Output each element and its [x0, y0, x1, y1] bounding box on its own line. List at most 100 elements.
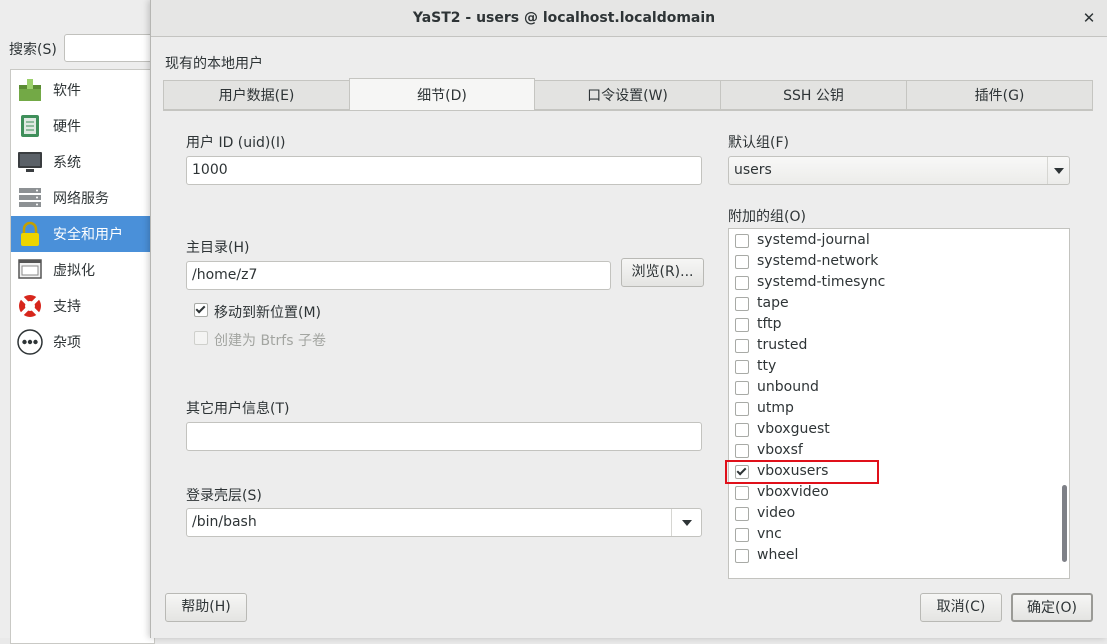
group-name: unbound: [757, 379, 819, 395]
category-item-virtualization[interactable]: 虚拟化: [11, 252, 154, 288]
group-checkbox[interactable]: [735, 318, 749, 332]
tab-ssh-keys[interactable]: SSH 公钥: [720, 80, 907, 110]
group-checkbox[interactable]: [735, 507, 749, 521]
other-user-info-label: 其它用户信息(T): [186, 401, 290, 417]
category-item-security-and-users[interactable]: 安全和用户: [11, 216, 154, 252]
group-row[interactable]: vboxusers: [729, 462, 1055, 483]
chevron-down-icon[interactable]: [671, 509, 701, 536]
category-label: 硬件: [53, 119, 81, 135]
group-checkbox[interactable]: [735, 255, 749, 269]
category-label: 虚拟化: [53, 263, 95, 279]
group-row[interactable]: tape: [729, 294, 1055, 315]
category-label: 软件: [53, 83, 81, 99]
software-icon: [16, 76, 44, 104]
dialog-titlebar[interactable]: YaST2 - users @ localhost.localdomain ✕: [151, 0, 1107, 37]
group-row[interactable]: systemd-journal: [729, 231, 1055, 252]
network-services-icon: [16, 184, 44, 212]
category-item-software[interactable]: 软件: [11, 72, 154, 108]
lock-icon: [16, 220, 44, 248]
group-checkbox[interactable]: [735, 423, 749, 437]
tab-password-settings[interactable]: 口令设置(W): [534, 80, 721, 110]
category-item-network-services[interactable]: 网络服务: [11, 180, 154, 216]
group-row[interactable]: trusted: [729, 336, 1055, 357]
move-to-new-location-label: 移动到新位置(M): [214, 305, 322, 321]
group-name: tty: [757, 358, 777, 374]
system-icon: [16, 148, 44, 176]
group-row[interactable]: vboxsf: [729, 441, 1055, 462]
group-row[interactable]: vboxguest: [729, 420, 1055, 441]
group-row[interactable]: vnc: [729, 525, 1055, 546]
category-label: 支持: [53, 299, 81, 315]
group-row[interactable]: systemd-timesync: [729, 273, 1055, 294]
tab-plugins[interactable]: 插件(G): [906, 80, 1093, 110]
create-btrfs-subvolume-label: 创建为 Btrfs 子卷: [214, 333, 326, 349]
scrollbar-thumb[interactable]: [1062, 485, 1067, 562]
search-input[interactable]: [64, 34, 154, 62]
group-row[interactable]: systemd-network: [729, 252, 1055, 273]
group-checkbox[interactable]: [735, 549, 749, 563]
cancel-button[interactable]: 取消(C): [920, 593, 1002, 622]
group-name: tape: [757, 295, 789, 311]
search-label: 搜索(S): [9, 42, 57, 58]
group-name: systemd-network: [757, 253, 879, 269]
group-name: vnc: [757, 526, 782, 542]
group-checkbox[interactable]: [735, 360, 749, 374]
category-item-hardware[interactable]: 硬件: [11, 108, 154, 144]
additional-groups-label: 附加的组(O): [728, 209, 806, 225]
category-label: 网络服务: [53, 191, 109, 207]
browse-button[interactable]: 浏览(R)...: [621, 258, 704, 287]
hardware-icon: [16, 112, 44, 140]
group-checkbox[interactable]: [735, 444, 749, 458]
category-label: 安全和用户: [53, 227, 123, 243]
group-row[interactable]: wheel: [729, 546, 1055, 567]
move-to-new-location-checkbox[interactable]: [194, 303, 208, 317]
additional-groups-list[interactable]: systemd-journal systemd-network systemd-…: [728, 228, 1070, 579]
default-group-combobox[interactable]: users: [728, 156, 1070, 185]
group-row[interactable]: video: [729, 504, 1055, 525]
group-row[interactable]: utmp: [729, 399, 1055, 420]
group-name: vboxsf: [757, 442, 803, 458]
chevron-down-icon[interactable]: [1047, 157, 1069, 184]
group-row[interactable]: unbound: [729, 378, 1055, 399]
tab-user-data[interactable]: 用户数据(E): [163, 80, 350, 110]
create-btrfs-subvolume-checkbox: [194, 331, 208, 345]
group-name: systemd-timesync: [757, 274, 886, 290]
login-shell-label: 登录壳层(S): [186, 488, 262, 504]
help-button[interactable]: 帮助(H): [165, 593, 247, 622]
group-name: vboxvideo: [757, 484, 829, 500]
virtualization-icon: [16, 256, 44, 284]
ok-button[interactable]: 确定(O): [1011, 593, 1093, 622]
group-checkbox[interactable]: [735, 381, 749, 395]
group-checkbox[interactable]: [735, 234, 749, 248]
group-checkbox[interactable]: [735, 297, 749, 311]
login-shell-combobox[interactable]: /bin/bash: [186, 508, 702, 537]
group-checkbox[interactable]: [735, 276, 749, 290]
other-user-info-input[interactable]: [186, 422, 702, 451]
category-item-system[interactable]: 系统: [11, 144, 154, 180]
checkmark-icon: [736, 465, 747, 476]
uid-input[interactable]: 1000: [186, 156, 702, 185]
group-row[interactable]: tty: [729, 357, 1055, 378]
group-name: systemd-journal: [757, 232, 870, 248]
default-group-value: users: [734, 162, 772, 178]
group-name: wheel: [757, 547, 799, 563]
group-checkbox[interactable]: [735, 528, 749, 542]
group-checkbox[interactable]: [735, 486, 749, 500]
category-item-misc[interactable]: 杂项: [11, 324, 154, 360]
group-name: tftp: [757, 316, 782, 332]
category-label: 系统: [53, 155, 81, 171]
home-directory-input[interactable]: /home/z7: [186, 261, 611, 290]
groups-scrollbar[interactable]: [1060, 229, 1069, 578]
group-checkbox[interactable]: [735, 465, 749, 479]
category-item-support[interactable]: 支持: [11, 288, 154, 324]
tab-details[interactable]: 细节(D): [349, 78, 535, 111]
group-checkbox[interactable]: [735, 339, 749, 353]
group-row[interactable]: tftp: [729, 315, 1055, 336]
group-name: vboxusers: [757, 463, 829, 479]
close-button[interactable]: ✕: [1077, 6, 1101, 30]
group-row[interactable]: vboxvideo: [729, 483, 1055, 504]
dialog-title: YaST2 - users @ localhost.localdomain: [412, 10, 716, 26]
group-name: utmp: [757, 400, 794, 416]
group-checkbox[interactable]: [735, 402, 749, 416]
login-shell-value: /bin/bash: [192, 514, 257, 530]
